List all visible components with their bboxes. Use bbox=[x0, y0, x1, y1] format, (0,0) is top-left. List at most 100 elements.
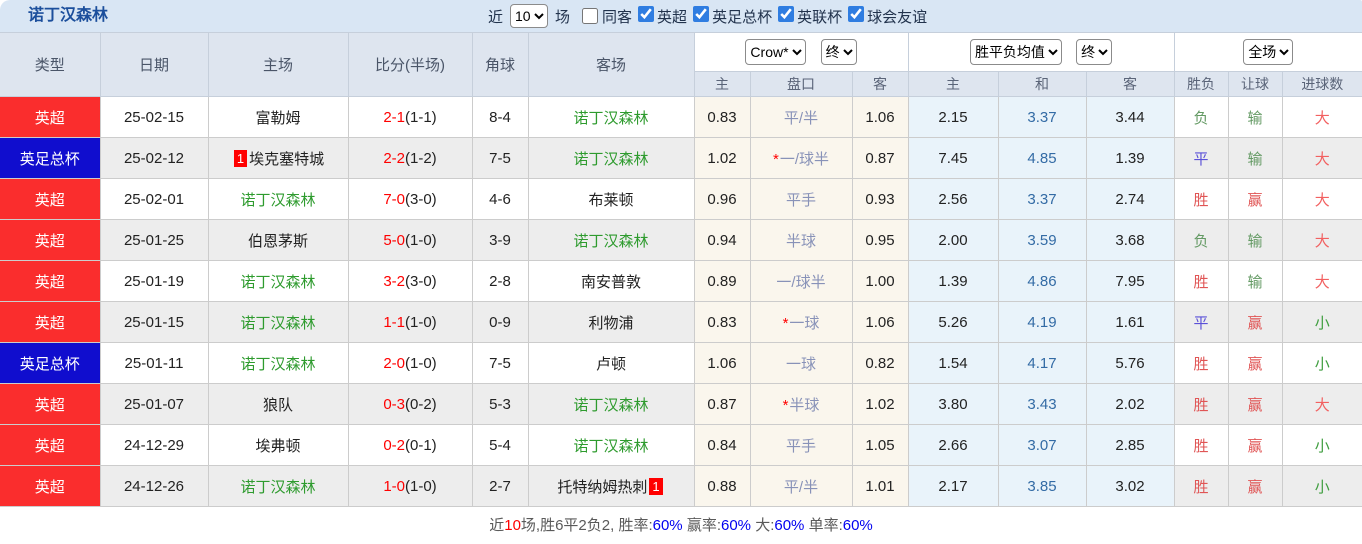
home-team-cell: 狼队 bbox=[207, 383, 349, 425]
corner-cell: 4-6 bbox=[471, 178, 529, 220]
handicap-cell: 平手 bbox=[749, 424, 853, 466]
sub-header-handicap: 盘口 bbox=[749, 71, 853, 97]
league-cell: 英超 bbox=[0, 465, 101, 507]
avg-lose-cell: 3.02 bbox=[1085, 465, 1175, 507]
avg-lose-cell: 3.44 bbox=[1085, 96, 1175, 138]
avg-lose-cell: 3.68 bbox=[1085, 219, 1175, 261]
result-cell: 平 bbox=[1173, 137, 1229, 179]
half-time-score: (3-0) bbox=[405, 272, 437, 290]
league-filter-label: 英联杯 bbox=[797, 8, 843, 26]
corner-cell: 3-9 bbox=[471, 219, 529, 261]
matches-tbody: 英超 25-02-15 富勒姆 2-1(1-1) 8-4 诺丁汉森林 0.83 平/半 1.06… bbox=[0, 96, 1362, 507]
handicap-odds-home-cell: 1.02 bbox=[693, 137, 751, 179]
corner-cell: 7-5 bbox=[471, 342, 529, 384]
avg-draw-cell: 4.17 bbox=[997, 342, 1087, 384]
date-cell: 25-01-15 bbox=[99, 301, 209, 343]
team-name: 埃弗顿 bbox=[255, 437, 301, 455]
star-marker: * bbox=[782, 396, 789, 414]
home-team-cell: 1 埃克塞特城 bbox=[207, 137, 349, 179]
red-card-badge: 1 bbox=[233, 149, 248, 167]
date-cell: 25-01-07 bbox=[99, 383, 209, 425]
team-name: 卢顿 bbox=[595, 355, 626, 373]
avg-win-cell: 2.15 bbox=[907, 96, 999, 138]
full-time-score: 2-0 bbox=[383, 354, 405, 372]
summary-part: 单率: bbox=[804, 517, 843, 534]
handicap-cell: *一/球半 bbox=[749, 137, 853, 179]
score-cell: 0-3(0-2) bbox=[347, 383, 473, 425]
col-header-date: 日期 bbox=[99, 32, 209, 97]
avg-draw-cell: 3.07 bbox=[997, 424, 1087, 466]
league-filter-label: 英足总杯 bbox=[712, 8, 773, 26]
odds-time-select[interactable]: 终 bbox=[820, 39, 857, 65]
scope-select[interactable]: 全场 bbox=[1243, 39, 1294, 65]
corner-cell: 5-3 bbox=[471, 383, 529, 425]
full-time-score: 7-0 bbox=[383, 190, 405, 208]
league-filter-checkbox[interactable] bbox=[638, 5, 655, 22]
home-team-cell: 诺丁汉森林 bbox=[207, 260, 349, 302]
handicap-cell: *一球 bbox=[749, 301, 853, 343]
table-row: 英超 25-01-25 伯恩茅斯 5-0(1-0) 3-9 诺丁汉森林 0.94 半球 0.95… bbox=[0, 219, 1362, 261]
handicap-cell: 平手 bbox=[749, 178, 853, 220]
summary-part: 60% bbox=[774, 517, 805, 534]
league-cell: 英超 bbox=[0, 219, 101, 261]
result-cell: 胜 bbox=[1173, 383, 1229, 425]
full-time-score: 1-1 bbox=[383, 313, 405, 331]
goals-cell: 小 bbox=[1281, 424, 1362, 466]
handicap-odds-home-cell: 0.83 bbox=[693, 301, 751, 343]
result-cell: 胜 bbox=[1173, 465, 1229, 507]
same-away-checkbox[interactable] bbox=[582, 8, 599, 24]
table-row: 英超 25-01-15 诺丁汉森林 1-1(1-0) 0-9 利物浦 0.83 *一球 1.06… bbox=[0, 301, 1362, 343]
handicap-odds-home-cell: 0.84 bbox=[693, 424, 751, 466]
league-filter-checkbox[interactable] bbox=[848, 5, 865, 22]
summary-bar: 近10场,胜6平2负2, 胜率:60% 赢率:60% 大:60% 单率:60% bbox=[0, 507, 1362, 544]
handicap-text: 平手 bbox=[785, 191, 816, 209]
full-time-score: 0-3 bbox=[383, 395, 405, 413]
team-name: 托特纳姆热刺 bbox=[557, 478, 648, 496]
half-time-score: (1-0) bbox=[405, 477, 437, 495]
score-cell: 1-1(1-0) bbox=[347, 301, 473, 343]
summary-part: 大: bbox=[751, 517, 775, 534]
handicap-text: 一球 bbox=[785, 355, 816, 373]
avg-lose-cell: 2.85 bbox=[1085, 424, 1175, 466]
avg-type-select[interactable]: 胜平负均值 bbox=[969, 39, 1062, 65]
handicap-result-cell: 输 bbox=[1227, 137, 1283, 179]
team-name: 诺丁汉森林 bbox=[573, 150, 649, 168]
handicap-result-cell: 赢 bbox=[1227, 424, 1283, 466]
handicap-odds-away-cell: 0.95 bbox=[851, 219, 909, 261]
bookmaker-select[interactable]: Crow* bbox=[745, 39, 807, 65]
avg-lose-cell: 7.95 bbox=[1085, 260, 1175, 302]
sub-header-avg-lose: 客 bbox=[1085, 71, 1175, 97]
table-row: 英足总杯 25-02-12 1 埃克塞特城 2-2(1-2) 7-5 诺丁汉森林 1.02 *一… bbox=[0, 137, 1362, 179]
handicap-odds-away-cell: 1.01 bbox=[851, 465, 909, 507]
handicap-result-cell: 输 bbox=[1227, 219, 1283, 261]
handicap-odds-away-cell: 0.93 bbox=[851, 178, 909, 220]
home-team-cell: 诺丁汉森林 bbox=[207, 178, 349, 220]
league-filter-checkbox[interactable] bbox=[778, 5, 795, 22]
avg-win-cell: 2.00 bbox=[907, 219, 999, 261]
table-row: 英足总杯 25-01-11 诺丁汉森林 2-0(1-0) 7-5 卢顿 1.06 一球 0.82… bbox=[0, 342, 1362, 384]
team-name: 诺丁汉森林 bbox=[573, 396, 649, 414]
avg-lose-cell: 5.76 bbox=[1085, 342, 1175, 384]
avg-draw-cell: 4.86 bbox=[997, 260, 1087, 302]
half-time-score: (0-2) bbox=[405, 395, 437, 413]
away-team-cell: 诺丁汉森林 bbox=[527, 219, 695, 261]
full-time-score: 2-2 bbox=[383, 149, 405, 167]
full-time-score: 2-1 bbox=[383, 108, 405, 126]
table-row: 英超 25-01-19 诺丁汉森林 3-2(3-0) 2-8 南安普敦 0.89 一/球半 1.… bbox=[0, 260, 1362, 302]
goals-cell: 小 bbox=[1281, 301, 1362, 343]
handicap-text: 一球 bbox=[789, 314, 820, 332]
near-count-select[interactable]: 10 bbox=[510, 4, 549, 28]
league-filter-checkbox[interactable] bbox=[693, 5, 710, 22]
handicap-odds-away-cell: 0.82 bbox=[851, 342, 909, 384]
score-cell: 7-0(3-0) bbox=[347, 178, 473, 220]
sub-header-goals: 进球数 bbox=[1281, 71, 1362, 97]
avg-lose-cell: 1.61 bbox=[1085, 301, 1175, 343]
avg-time-select[interactable]: 终 bbox=[1076, 39, 1113, 65]
handicap-odds-home-cell: 0.88 bbox=[693, 465, 751, 507]
summary-part: 赢率: bbox=[682, 517, 721, 534]
sub-header-avg-draw: 和 bbox=[997, 71, 1087, 97]
team-name: 诺丁汉森林 bbox=[240, 314, 316, 332]
sub-header-avg-win: 主 bbox=[907, 71, 999, 97]
goals-cell: 小 bbox=[1281, 465, 1362, 507]
team-name: 狼队 bbox=[262, 396, 293, 414]
